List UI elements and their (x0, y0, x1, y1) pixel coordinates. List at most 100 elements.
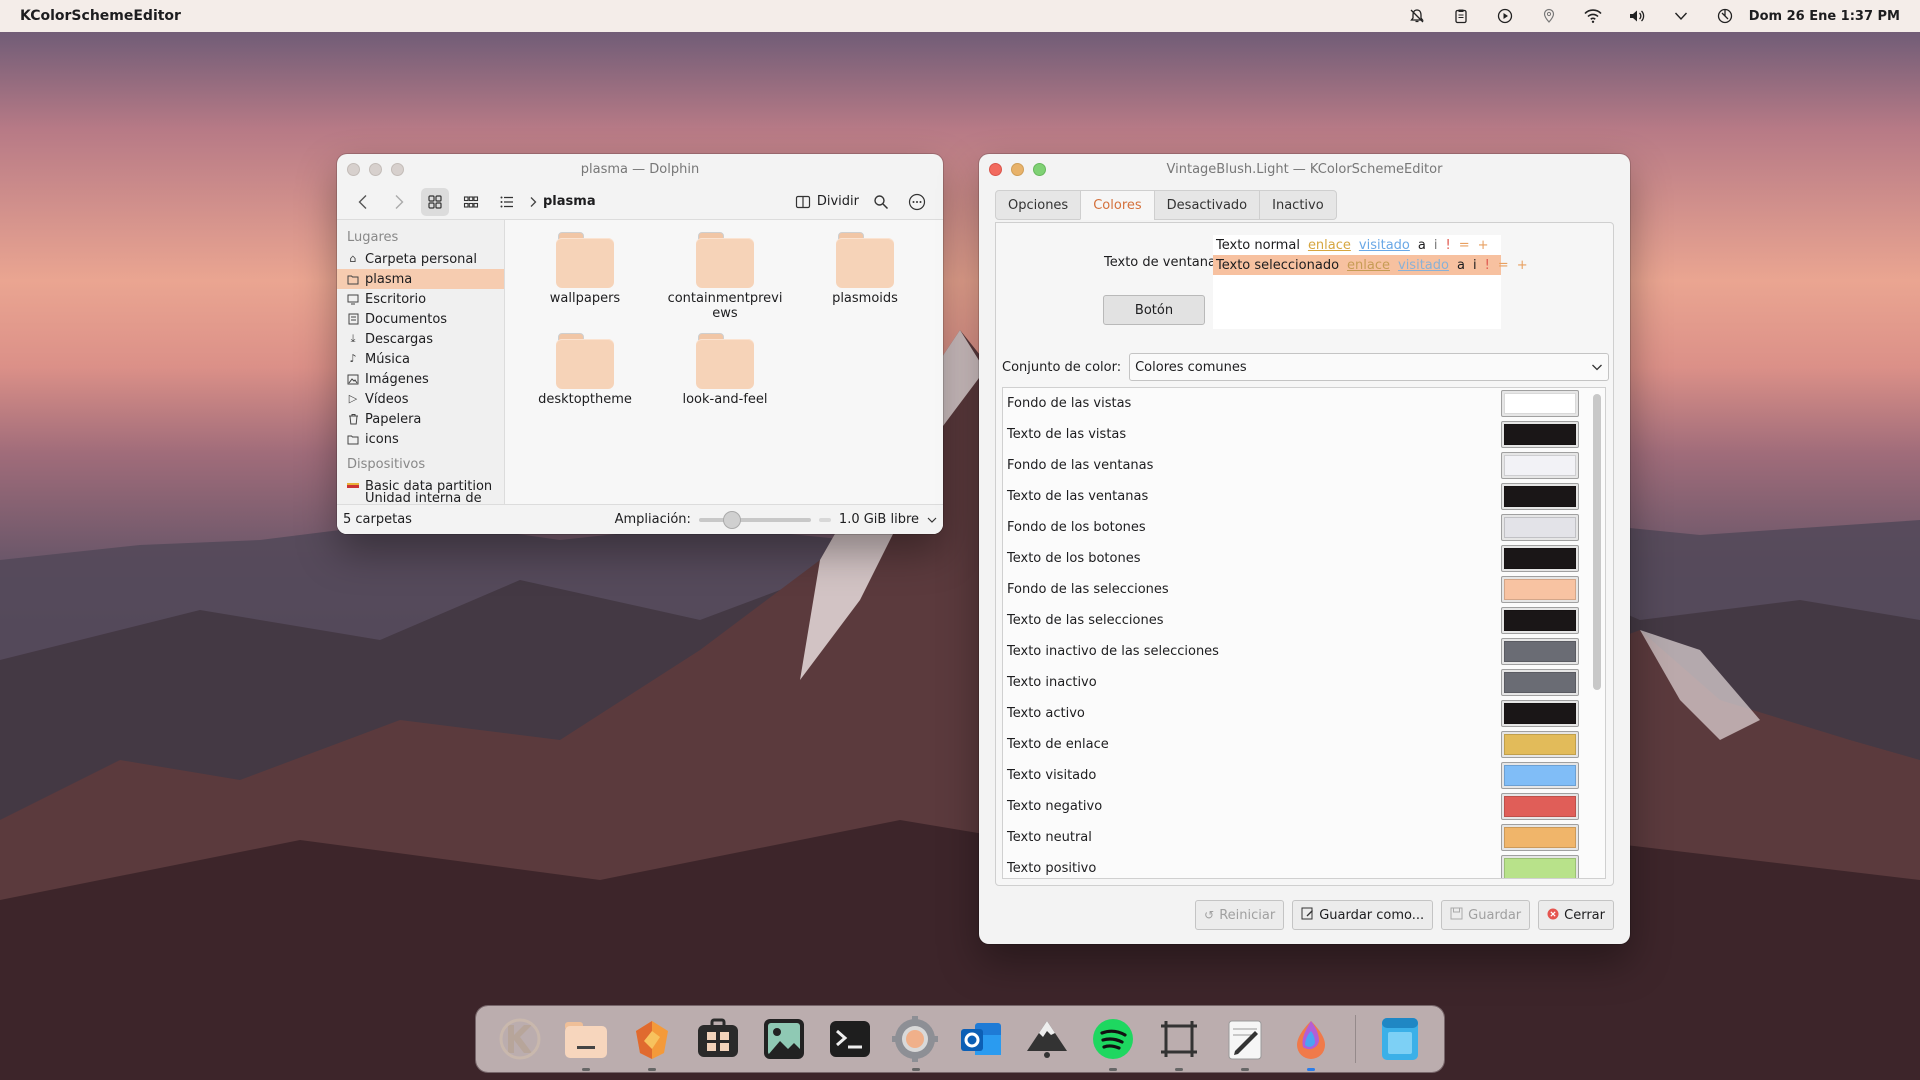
save-button[interactable]: Guardar (1441, 900, 1531, 930)
scrollbar[interactable] (1593, 394, 1601, 690)
color-rows: Fondo de las vistas Texto de las vistas Fo… (1003, 388, 1605, 878)
color-swatch-fill (1504, 393, 1576, 414)
color-swatch-button[interactable] (1501, 545, 1579, 572)
color-swatch-button[interactable] (1501, 669, 1579, 696)
tab-desactivado[interactable]: Desactivado (1153, 190, 1261, 220)
tab-opciones[interactable]: Opciones (995, 190, 1082, 220)
place-images[interactable]: Imágenes (337, 369, 504, 389)
system-settings-icon[interactable] (890, 1013, 942, 1071)
kde-launcher-icon[interactable] (494, 1013, 546, 1065)
spotify-icon[interactable] (1087, 1013, 1139, 1071)
color-set-select[interactable]: Colores comunes (1129, 353, 1610, 381)
minimize-window-button[interactable] (369, 163, 382, 176)
slider-handle[interactable] (722, 510, 741, 529)
preview-visited: visitado (1358, 237, 1410, 253)
color-role-label: Texto activo (1007, 706, 1085, 721)
zoom-slider[interactable] (698, 510, 811, 529)
color-swatch-button[interactable] (1501, 793, 1579, 820)
color-swatch-button[interactable] (1501, 576, 1579, 603)
preview-button[interactable]: Botón (1103, 295, 1205, 325)
place-plasma[interactable]: plasma (337, 269, 504, 289)
tab-inactivo[interactable]: Inactivo (1259, 190, 1337, 220)
place-trash[interactable]: Papelera (337, 409, 504, 429)
file-view[interactable]: wallpapers containmentpreviews plasmoids… (505, 220, 943, 534)
color-swatch-button[interactable] (1501, 514, 1579, 541)
color-row: Texto inactivo (1003, 667, 1605, 698)
clock[interactable]: Dom 26 Ene 1:37 PM (1749, 9, 1900, 24)
folder-item[interactable]: wallpapers (515, 232, 655, 321)
color-swatch-button[interactable] (1501, 421, 1579, 448)
notifications-off-icon[interactable] (1407, 6, 1427, 26)
chevron-down-icon[interactable] (927, 516, 937, 524)
details-view-icon[interactable] (493, 188, 521, 216)
place-desktop[interactable]: Escritorio (337, 289, 504, 309)
close-window-button[interactable] (347, 163, 360, 176)
icons-view-icon[interactable] (421, 187, 449, 216)
place-documents[interactable]: Documentos (337, 309, 504, 329)
place-music[interactable]: ♪ Música (337, 349, 504, 369)
color-swatch-fill (1504, 486, 1576, 507)
active-app-name[interactable]: KColorSchemeEditor (20, 8, 181, 24)
chevron-down-icon[interactable] (1671, 6, 1691, 26)
wifi-icon[interactable] (1583, 6, 1603, 26)
color-swatch-button[interactable] (1501, 700, 1579, 727)
color-swatch-button[interactable] (1501, 731, 1579, 758)
volume-icon[interactable] (1627, 6, 1647, 26)
window-manager-icon[interactable] (1374, 1013, 1426, 1065)
notes-icon[interactable] (1219, 1013, 1271, 1071)
folder-item[interactable]: containmentpreviews (655, 232, 795, 321)
color-swatch-button[interactable] (1501, 390, 1579, 417)
forward-icon[interactable] (385, 188, 413, 216)
reset-button[interactable]: ↺ Reiniciar (1195, 900, 1285, 930)
place-home[interactable]: ⌂ Carpeta personal (337, 249, 504, 269)
color-swatch-button[interactable] (1501, 855, 1579, 878)
save-icon (1450, 907, 1463, 923)
place-videos[interactable]: ▷ Vídeos (337, 389, 504, 409)
clipboard-icon[interactable] (1451, 6, 1471, 26)
folder-item[interactable]: look-and-feel (655, 333, 795, 407)
maximize-window-button[interactable] (391, 163, 404, 176)
folder-item[interactable]: desktoptheme (515, 333, 655, 407)
save-as-label: Guardar como... (1319, 907, 1425, 923)
color-swatch-button[interactable] (1501, 762, 1579, 789)
dolphin-titlebar[interactable]: plasma — Dolphin (337, 154, 943, 184)
free-space-bar (818, 517, 831, 522)
screenshot-icon[interactable] (1153, 1013, 1205, 1071)
breadcrumb-current[interactable]: plasma (543, 194, 596, 209)
compact-view-icon[interactable] (457, 188, 485, 216)
search-icon[interactable] (867, 188, 895, 216)
more-menu-icon[interactable] (903, 188, 931, 216)
power-icon[interactable] (1715, 6, 1735, 26)
outlook-icon[interactable] (955, 1013, 1007, 1065)
image-viewer-icon[interactable] (758, 1013, 810, 1065)
folder-item[interactable]: plasmoids (795, 232, 935, 321)
file-manager-icon[interactable] (560, 1013, 612, 1071)
color-swatch-button[interactable] (1501, 483, 1579, 510)
folder-icon (556, 333, 614, 389)
dolphin-body: Lugares ⌂ Carpeta personal plasma Escrito… (337, 220, 943, 534)
app-grid-icon[interactable] (692, 1013, 744, 1065)
drive-icon (347, 480, 359, 492)
color-swatch-button[interactable] (1501, 607, 1579, 634)
free-space[interactable]: 1.0 GiB libre (839, 512, 919, 527)
firefox-icon[interactable] (626, 1013, 678, 1071)
place-icons[interactable]: icons (337, 429, 504, 449)
color-swatch-button[interactable] (1501, 452, 1579, 479)
tab-colores[interactable]: Colores (1080, 190, 1155, 220)
split-button[interactable]: Dividir (795, 194, 859, 210)
close-button[interactable]: Cerrar (1538, 900, 1614, 930)
color-swatch-button[interactable] (1501, 638, 1579, 665)
place-label: Descargas (365, 331, 434, 347)
color-list[interactable]: Fondo de las vistas Texto de las vistas Fo… (1002, 387, 1606, 879)
location-icon[interactable] (1539, 6, 1559, 26)
back-icon[interactable] (349, 188, 377, 216)
inkscape-icon[interactable] (1021, 1013, 1073, 1065)
media-play-icon[interactable] (1495, 6, 1515, 26)
place-downloads[interactable]: ⤓ Descargas (337, 329, 504, 349)
color-swatch-button[interactable] (1501, 824, 1579, 851)
zoom-label: Ampliación: (614, 512, 691, 527)
save-as-button[interactable]: Guardar como... (1292, 900, 1434, 930)
breadcrumb[interactable]: plasma (529, 194, 596, 209)
terminal-icon[interactable] (824, 1013, 876, 1065)
color-picker-icon[interactable] (1285, 1013, 1337, 1071)
